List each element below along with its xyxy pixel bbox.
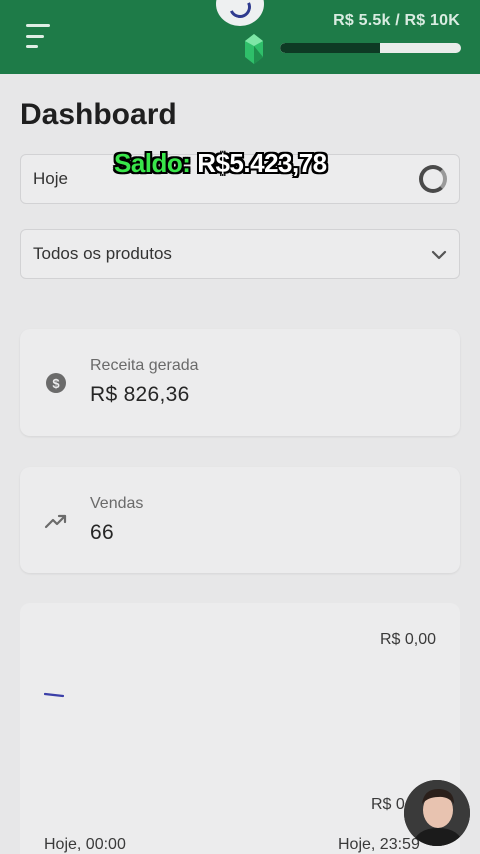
revenue-card: $ Receita gerada R$ 826,36 <box>20 329 460 436</box>
goal-progress-fill <box>280 43 380 53</box>
chart-series-line <box>44 692 64 698</box>
top-bar: R$ 5.5k / R$ 10K <box>0 0 480 74</box>
product-filter-select[interactable]: Todos os produtos <box>20 229 460 279</box>
sales-card: Vendas 66 <box>20 467 460 573</box>
saldo-overlay: Saldo: R$5.423,78 <box>114 148 327 179</box>
sales-value: 66 <box>90 521 114 544</box>
presenter-avatar <box>404 780 470 846</box>
dollar-coin-icon: $ <box>44 371 68 395</box>
revenue-value: R$ 826,36 <box>90 383 190 406</box>
loading-spinner-icon <box>419 165 447 193</box>
date-filter-value: Hoje <box>33 169 68 188</box>
chart-y-bottom-label: R$ 0 <box>371 796 405 813</box>
revenue-label: Receita gerada <box>90 357 199 374</box>
green-gem-icon <box>245 34 263 64</box>
product-filter-value: Todos os produtos <box>33 244 172 263</box>
saldo-value: R$5.423,78 <box>197 148 327 178</box>
chevron-down-icon <box>431 244 447 265</box>
chart-x-start-label: Hoje, 00:00 <box>44 836 126 853</box>
chart-x-end-label: Hoje, 23:59 <box>338 836 420 853</box>
revenue-chart-card: R$ 0,00 R$ 0 Hoje, 00:00 Hoje, 23:59 <box>20 603 460 854</box>
page-title: Dashboard <box>20 98 177 131</box>
hamburger-menu-icon[interactable] <box>26 24 52 48</box>
saldo-label: Saldo: <box>114 148 191 178</box>
goal-progress-text: R$ 5.5k / R$ 10K <box>333 12 460 29</box>
circle-logo-icon <box>216 0 264 26</box>
chart-y-top-label: R$ 0,00 <box>379 631 436 648</box>
sales-label: Vendas <box>90 495 144 512</box>
goal-progress-bar <box>280 43 461 53</box>
trending-up-icon <box>44 509 68 533</box>
